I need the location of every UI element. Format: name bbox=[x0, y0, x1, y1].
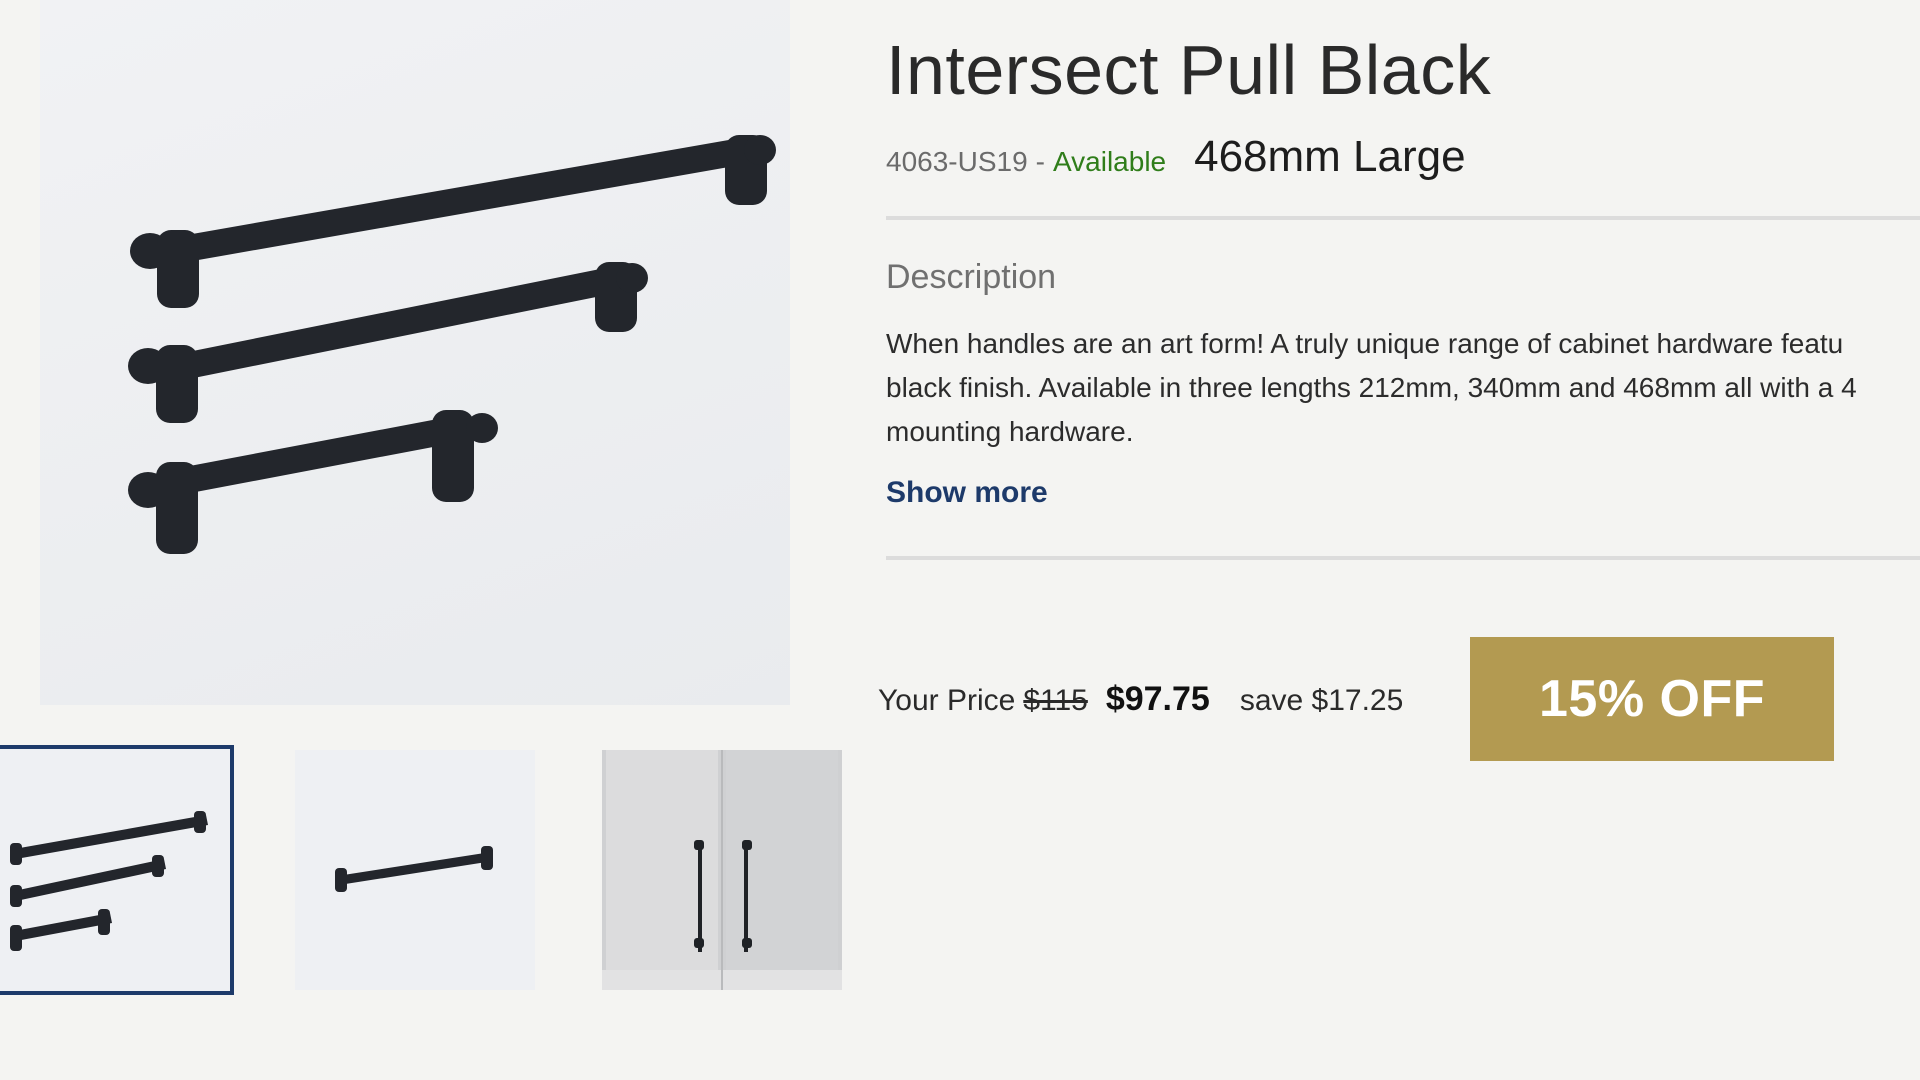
price-row: Your Price $115 $97.75 save $17.25 bbox=[878, 680, 1403, 719]
cabinet-doors-image-icon bbox=[602, 750, 842, 990]
single-pull-image-icon bbox=[335, 846, 493, 892]
current-price: $97.75 bbox=[1105, 680, 1210, 718]
divider bbox=[886, 216, 1920, 220]
main-product-image[interactable] bbox=[40, 0, 790, 705]
thumbnail-3[interactable] bbox=[602, 750, 842, 990]
discount-badge: 15% OFF bbox=[1470, 637, 1834, 761]
sku-code: 4063-US19 bbox=[886, 146, 1028, 177]
three-pulls-illustration bbox=[128, 135, 776, 554]
product-title: Intersect Pull Black bbox=[886, 31, 1492, 109]
savings-amount: save $17.25 bbox=[1239, 684, 1404, 717]
show-more-link[interactable]: Show more bbox=[886, 476, 1048, 510]
price-label: Your Price bbox=[878, 684, 1016, 717]
variant-size: 468mm Large bbox=[1194, 132, 1466, 181]
thumbnail-1-selected[interactable] bbox=[0, 745, 234, 995]
description-heading: Description bbox=[886, 258, 1057, 296]
original-price: $115 bbox=[1023, 684, 1088, 717]
description-text: When handles are an art form! A truly un… bbox=[886, 328, 1857, 447]
availability-status: Available bbox=[1052, 146, 1167, 177]
sku-row: 4063-US19 - Available 468mm Large bbox=[886, 132, 1466, 182]
sku-separator: - bbox=[1035, 146, 1045, 177]
product-page: Intersect Pull Black 4063-US19 - Availab… bbox=[0, 0, 1920, 1080]
three-pulls-image-icon bbox=[10, 811, 208, 951]
divider bbox=[886, 556, 1920, 560]
thumbnail-2[interactable] bbox=[295, 750, 535, 990]
